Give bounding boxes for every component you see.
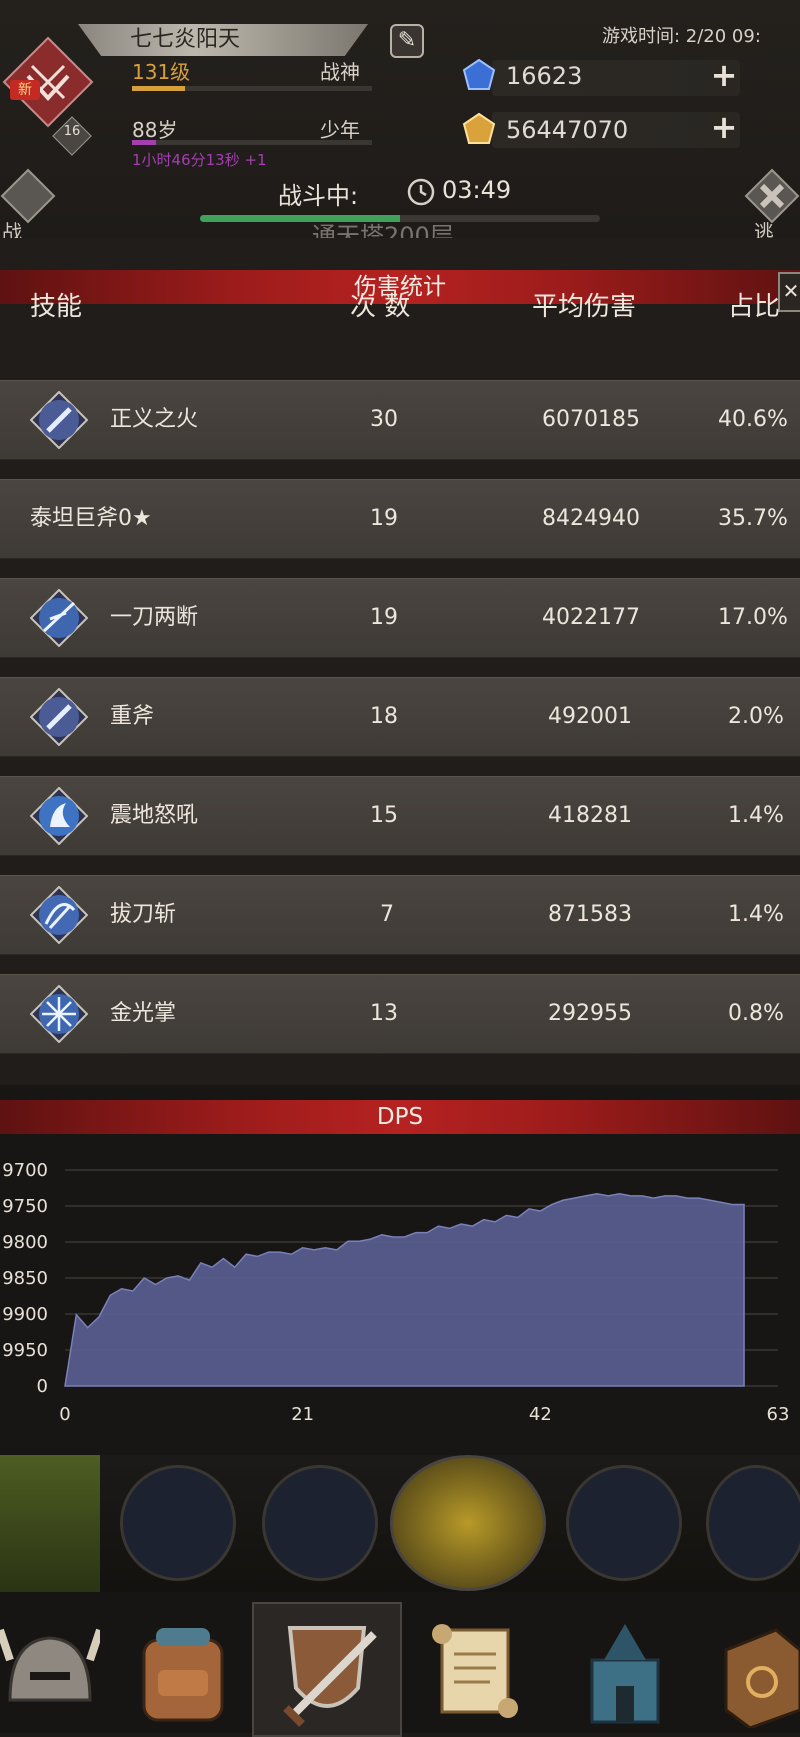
damage-stats-panel [0,238,800,1088]
skill-count: 18 [370,704,398,729]
col-avg-damage: 平均伤害 [532,292,637,322]
skill-avg: 8424940 [542,506,640,531]
scroll-icon[interactable] [420,1610,530,1728]
skill-slot-main[interactable] [390,1455,546,1591]
x-tick-label: 42 [529,1404,552,1425]
skill-slot-3[interactable] [566,1465,682,1581]
y-tick-label: 9750 [2,1196,48,1217]
skill-bar-area [0,1455,800,1592]
y-tick-label: 9800 [2,1232,48,1253]
skill-pct: 0.8% [728,1001,784,1026]
player-title: 战神 [320,60,360,84]
gold-gem-icon [462,112,496,146]
left-action-button[interactable]: 战 [0,168,56,244]
skill-pct: 1.4% [728,803,784,828]
regen-timer: 1小时46分13秒 +1 [132,151,267,169]
skill-avg: 871583 [548,902,632,927]
skill-count: 15 [370,803,398,828]
player-age: 88岁 [132,118,178,142]
skill-pct: 2.0% [728,704,784,729]
skill-count: 30 [370,407,398,432]
y-tick-label: 9850 [2,1268,48,1289]
castle-icon[interactable] [570,1610,680,1728]
dice-box-icon[interactable] [706,1610,800,1730]
hp-flask [0,1455,100,1592]
edit-name-button[interactable]: ✎ [390,24,424,58]
table-row[interactable]: 震地怒吼 15 418281 1.4% [0,776,800,856]
skill-count: 19 [370,506,398,531]
dps-title: DPS [0,1100,800,1134]
table-row[interactable]: 泰坦巨斧0★ 19 8424940 35.7% [0,479,800,559]
close-button[interactable]: ✕ [778,272,800,312]
x-tick-label: 21 [291,1404,314,1425]
dps-chart: 9700 9750 9800 9850 9900 9950 00 21 42 63 [2,1160,790,1425]
table-row[interactable]: 拔刀斩 7 871583 1.4% [0,875,800,955]
skill-count: 19 [370,605,398,630]
avatar-level: 16 [63,124,81,139]
flame-wave-icon [29,786,89,846]
table-row[interactable]: 重斧 18 492001 2.0% [0,677,800,757]
exp-bar [132,86,372,91]
skill-avg: 6070185 [542,407,640,432]
skill-slot-2[interactable] [262,1465,378,1581]
player-avatar[interactable]: 新 16 [2,36,94,156]
skill-count: 13 [370,1001,398,1026]
y-tick-label: 0 [37,1376,48,1397]
x-tick-label: 0 [59,1404,70,1425]
player-name: 七七炎阳天 [78,24,368,56]
add-gems-button[interactable]: + [710,59,738,91]
skill-avg: 492001 [548,704,632,729]
y-tick-label: 9950 [2,1340,48,1361]
clock-icon [406,176,436,206]
skill-name: 拔刀斩 [110,902,177,927]
blade-arc-icon [29,885,89,945]
new-badge: 新 [10,80,40,100]
skill-pct: 17.0% [718,605,788,630]
light-burst-icon [29,984,89,1044]
player-level: 131级 [132,60,191,84]
helmet-icon[interactable] [0,1610,110,1728]
escape-button[interactable]: 逃 [744,168,800,244]
age-stage: 少年 [320,118,360,142]
skill-name: 重斧 [110,704,155,729]
skill-name: 一刀两断 [110,605,199,630]
skill-name: 震地怒吼 [110,803,199,828]
skill-avg: 292955 [548,1001,632,1026]
table-row[interactable]: 金光掌 13 292955 0.8% [0,974,800,1054]
skill-slot-4[interactable] [706,1465,800,1581]
table-row[interactable]: 正义之火 30 6070185 40.6% [0,380,800,460]
skill-count: 7 [380,902,394,927]
add-gold-button[interactable]: + [710,111,738,143]
skill-avg: 418281 [548,803,632,828]
slash-burst-icon [29,588,89,648]
skill-pct: 40.6% [718,407,788,432]
shield-sword-icon[interactable] [252,1602,402,1737]
col-count: 次 数 [350,292,411,322]
battle-timer: 03:49 [442,176,512,204]
battle-status: 战斗中: [278,182,359,210]
col-skill: 技能 [30,292,83,322]
col-percent: 占比 [728,292,781,322]
dps-area-series [64,1192,745,1387]
skill-pct: 1.4% [728,902,784,927]
gem-count: 16623 [506,62,583,90]
skill-slot-1[interactable] [120,1465,236,1581]
y-tick-label: 9900 [2,1304,48,1325]
table-row[interactable]: 一刀两断 19 4022177 17.0% [0,578,800,658]
backpack-icon[interactable] [128,1610,238,1728]
x-tick-label: 63 [767,1404,790,1425]
gold-count: 56447070 [506,116,629,144]
blue-gem-icon [462,58,496,92]
skill-name: 金光掌 [110,1001,177,1026]
skill-pct: 35.7% [718,506,788,531]
skill-name: 正义之火 [110,407,199,432]
y-tick-label: 9700 [2,1160,48,1181]
game-time: 游戏时间: 2/20 09: [602,26,761,47]
age-bar [132,140,372,145]
sword-icon [29,390,89,450]
sword-icon [29,687,89,747]
skill-avg: 4022177 [542,605,640,630]
skill-name: 泰坦巨斧0★ [30,506,152,531]
